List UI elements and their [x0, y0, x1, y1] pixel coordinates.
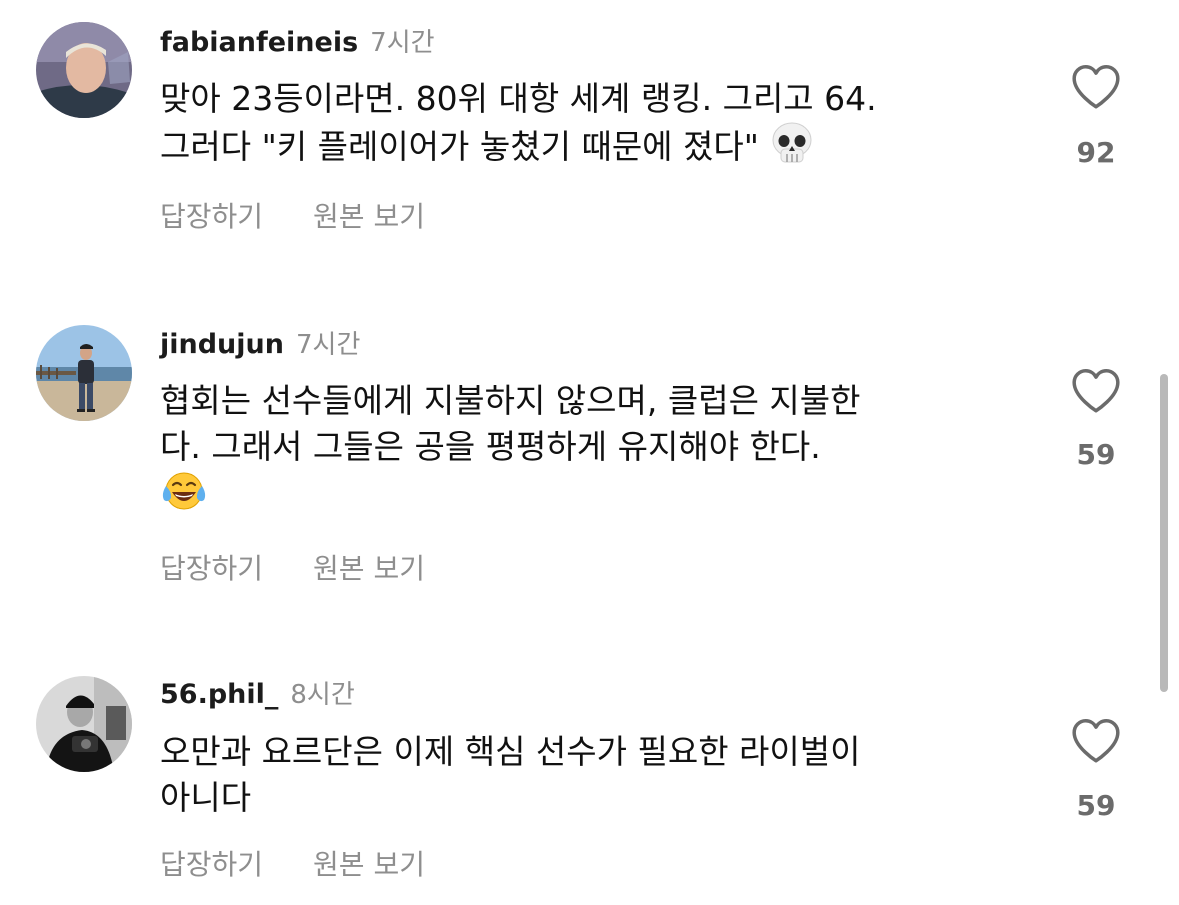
- comment-line: 아니다: [160, 778, 252, 817]
- comment-item: jindujun 7시간 협회는 선수들에게 지불하지 않으며, 클럽은 지불한…: [0, 300, 1179, 600]
- like-count: 59: [1076, 789, 1116, 822]
- heart-outline-icon[interactable]: [1069, 366, 1123, 414]
- heart-outline-icon[interactable]: [1069, 716, 1123, 764]
- comment-text: 맞아 23등이라면. 80위 대항 세계 랭킹. 그리고 64. 그러다 "키 …: [160, 76, 1030, 176]
- comment-actions: 답장하기 원본 보기: [160, 547, 475, 587]
- like-count: 92: [1076, 136, 1116, 169]
- comment-line-text: 그러다 "키 플레이어가 놓쳤기 때문에 졌다": [160, 127, 759, 166]
- comment-item: fabianfeineis 7시간 맞아 23등이라면. 80위 대항 세계 랭…: [0, 0, 1179, 280]
- tears-of-joy-emoji: [160, 470, 208, 524]
- skull-emoji: [769, 122, 815, 176]
- avatar[interactable]: [36, 22, 132, 118]
- see-original-button[interactable]: 원본 보기: [313, 547, 425, 587]
- see-original-button[interactable]: 원본 보기: [313, 843, 425, 883]
- comment-line: 오만과 요르단은 이제 핵심 선수가 필요한 라이벌이: [160, 732, 861, 771]
- comment-line: 다. 그래서 그들은 공을 평평하게 유지해야 한다.: [160, 427, 821, 466]
- username-link[interactable]: fabianfeineis: [160, 27, 358, 58]
- scrollbar-thumb[interactable]: [1160, 374, 1168, 692]
- avatar-image: [36, 325, 132, 421]
- comment-header: 56.phil_ 8시간: [160, 674, 355, 714]
- see-original-button[interactable]: 원본 보기: [313, 195, 425, 235]
- comment-item: 56.phil_ 8시간 오만과 요르단은 이제 핵심 선수가 필요한 라이벌이…: [0, 650, 1179, 905]
- username-link[interactable]: 56.phil_: [160, 679, 278, 710]
- avatar-image: [36, 22, 132, 118]
- comment-line: 협회는 선수들에게 지불하지 않으며, 클럽은 지불한: [160, 381, 861, 420]
- comment-header: fabianfeineis 7시간: [160, 22, 435, 62]
- comment-line: 그러다 "키 플레이어가 놓쳤기 때문에 졌다": [160, 122, 1030, 176]
- reply-button[interactable]: 답장하기: [160, 195, 263, 235]
- avatar-image: [36, 676, 132, 772]
- comment-time: 7시간: [295, 330, 361, 360]
- comment-line: 맞아 23등이라면. 80위 대항 세계 랭킹. 그리고 64.: [160, 79, 877, 118]
- reply-button[interactable]: 답장하기: [160, 547, 263, 587]
- comment-line: [160, 470, 1030, 524]
- comment-text: 오만과 요르단은 이제 핵심 선수가 필요한 라이벌이 아니다: [160, 729, 1030, 821]
- comment-time: 7시간: [370, 28, 435, 58]
- heart-outline-icon[interactable]: [1069, 62, 1123, 110]
- comment-actions: 답장하기 원본 보기: [160, 843, 475, 883]
- username-link[interactable]: jindujun: [160, 329, 284, 360]
- avatar[interactable]: [36, 676, 132, 772]
- like-count: 59: [1076, 438, 1116, 471]
- comment-text: 협회는 선수들에게 지불하지 않으며, 클럽은 지불한 다. 그래서 그들은 공…: [160, 378, 1030, 524]
- comment-header: jindujun 7시간: [160, 324, 360, 364]
- reply-button[interactable]: 답장하기: [160, 843, 263, 883]
- comment-time: 8시간: [290, 680, 355, 710]
- avatar[interactable]: [36, 325, 132, 421]
- comment-actions: 답장하기 원본 보기: [160, 195, 475, 235]
